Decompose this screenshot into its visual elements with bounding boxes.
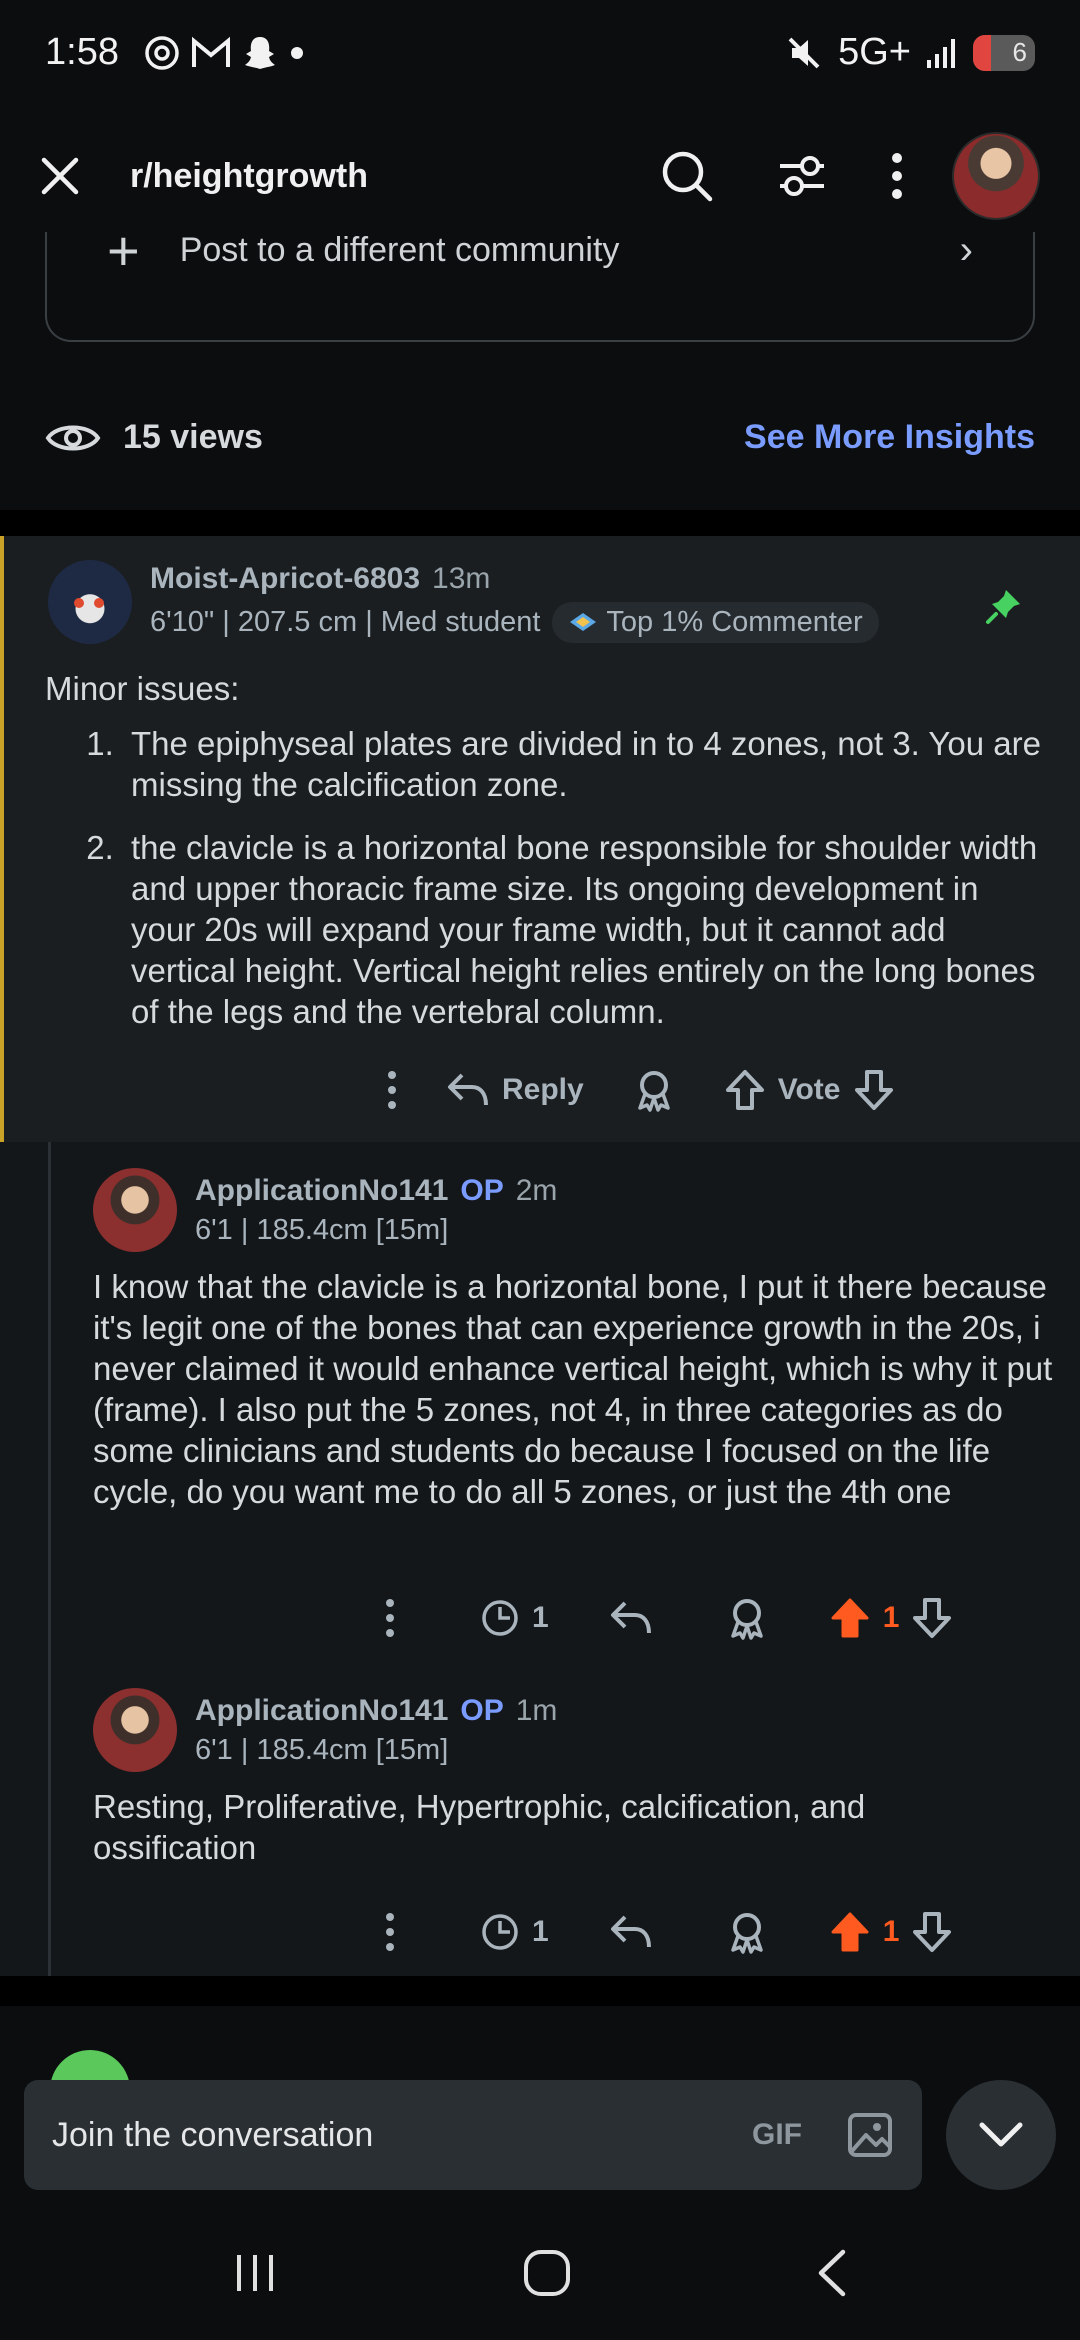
history-button[interactable]: 1 — [480, 1912, 549, 1952]
views-count: 15 views — [123, 418, 263, 456]
badge-label: Top 1% Commenter — [606, 605, 863, 638]
comment-username[interactable]: Moist-Apricot-6803 — [150, 562, 420, 596]
comment-body: Resting, Proliferative, Hypertrophic, ca… — [93, 1788, 866, 1866]
comment-body: Minor issues: The epiphyseal plates are … — [45, 668, 1045, 1054]
pin-icon — [984, 586, 1024, 626]
signal-icon — [925, 36, 959, 70]
award-icon[interactable] — [632, 1068, 676, 1112]
award-icon[interactable] — [725, 1910, 769, 1954]
composer-placeholder: Join the conversation — [52, 2115, 374, 2154]
eye-icon — [45, 418, 101, 458]
user-flair: 6'1 | 185.4cm [15m] — [195, 1733, 449, 1766]
chevron-right-icon: › — [959, 227, 973, 272]
user-avatar[interactable] — [952, 132, 1040, 220]
issue-list: The epiphyseal plates are divided in to … — [123, 723, 1045, 1032]
comment-body: I know that the clavicle is a horizontal… — [93, 1268, 1053, 1510]
history-count: 1 — [532, 1915, 549, 1948]
op-badge: OP — [460, 1693, 504, 1727]
views-row: 15 views See More Insights — [0, 395, 1080, 480]
filter-icon[interactable] — [776, 150, 828, 202]
comments-section: Moist-Apricot-6803 13m 6'10" | 207.5 cm … — [0, 536, 1080, 1976]
comment-actions: 1 1 — [384, 1596, 953, 1640]
mute-icon — [784, 33, 824, 73]
comment-time: 13m — [432, 561, 491, 595]
comment-intro: Minor issues: — [45, 670, 240, 707]
user-flair: 6'1 | 185.4cm [15m] — [195, 1213, 449, 1246]
network-label: 5G+ — [838, 31, 911, 73]
vote-score: 1 — [882, 1915, 900, 1948]
comment-username[interactable]: ApplicationNo141 — [195, 1174, 448, 1208]
recent-apps-icon[interactable] — [231, 2251, 279, 2295]
reply-label: Reply — [502, 1073, 584, 1106]
collapse-button[interactable] — [946, 2080, 1056, 2190]
issue-item: The epiphyseal plates are divided in to … — [123, 723, 1045, 805]
comment-time: 2m — [515, 1173, 558, 1207]
history-button[interactable]: 1 — [480, 1598, 549, 1638]
upvote-icon[interactable] — [829, 1597, 871, 1639]
issue-item: the clavicle is a horizontal bone respon… — [123, 827, 1045, 1032]
notification-dot-icon — [289, 45, 305, 61]
vote-label: Vote — [777, 1073, 841, 1106]
more-options-icon[interactable] — [384, 1912, 396, 1952]
downvote-icon[interactable] — [911, 1911, 953, 1953]
join-conversation-input[interactable]: Join the conversation GIF — [24, 2080, 922, 2190]
gmail-icon — [191, 36, 231, 70]
comment-time: 1m — [515, 1693, 558, 1727]
image-icon[interactable] — [846, 2111, 894, 2159]
history-count: 1 — [532, 1601, 549, 1634]
commenter-avatar[interactable] — [93, 1168, 177, 1252]
commenter-avatar[interactable] — [93, 1688, 177, 1772]
top-commenter-badge: Top 1% Commenter — [552, 601, 879, 643]
more-options-icon[interactable] — [384, 1598, 396, 1638]
system-nav-bar — [0, 2206, 1080, 2340]
status-bar: 1:58 5G+ 6 — [0, 0, 1080, 105]
downvote-icon[interactable] — [911, 1597, 953, 1639]
home-icon[interactable] — [522, 2248, 572, 2298]
vote-control: Vote — [724, 1069, 895, 1111]
reply-icon[interactable] — [609, 1599, 653, 1637]
vote-control: 1 — [829, 1911, 954, 1953]
vote-score: 1 — [882, 1601, 900, 1634]
op-badge: OP — [460, 1173, 504, 1207]
threads-icon — [143, 34, 181, 72]
more-options-icon[interactable] — [386, 1070, 398, 1110]
battery-icon: 6 — [973, 34, 1035, 71]
thread-line — [48, 1142, 51, 1976]
subreddit-title[interactable]: r/heightgrowth — [130, 157, 368, 196]
award-icon — [568, 610, 598, 634]
section-divider — [0, 510, 1080, 536]
comment-actions: 1 1 — [384, 1910, 953, 1954]
comment-username[interactable]: ApplicationNo141 — [195, 1694, 448, 1728]
search-icon[interactable] — [660, 149, 714, 203]
comment: Moist-Apricot-6803 13m 6'10" | 207.5 cm … — [0, 536, 1080, 1142]
snapchat-icon — [241, 34, 279, 72]
chevron-down-icon — [978, 2121, 1024, 2149]
downvote-icon[interactable] — [853, 1069, 895, 1111]
see-more-insights-link[interactable]: See More Insights — [744, 418, 1035, 457]
status-time: 1:58 — [45, 31, 119, 73]
reply-button[interactable]: Reply — [446, 1071, 584, 1109]
commenter-avatar[interactable] — [48, 560, 132, 644]
award-icon[interactable] — [725, 1596, 769, 1640]
gif-button[interactable]: GIF — [752, 2118, 802, 2152]
upvote-icon[interactable] — [724, 1069, 766, 1111]
more-options-icon[interactable] — [890, 151, 904, 201]
battery-level: 6 — [1012, 37, 1027, 67]
app-bar: r/heightgrowth — [0, 120, 1080, 232]
upvote-icon[interactable] — [829, 1911, 871, 1953]
section-divider — [0, 1976, 1080, 2006]
community-label: Post to a different community — [179, 230, 620, 269]
reply-icon[interactable] — [609, 1913, 653, 1951]
close-icon[interactable] — [40, 156, 80, 196]
comment-actions: Reply Vote — [386, 1068, 895, 1112]
vote-control: 1 — [829, 1597, 954, 1639]
user-flair: 6'10" | 207.5 cm | Med student — [150, 605, 541, 638]
back-icon[interactable] — [815, 2248, 849, 2298]
